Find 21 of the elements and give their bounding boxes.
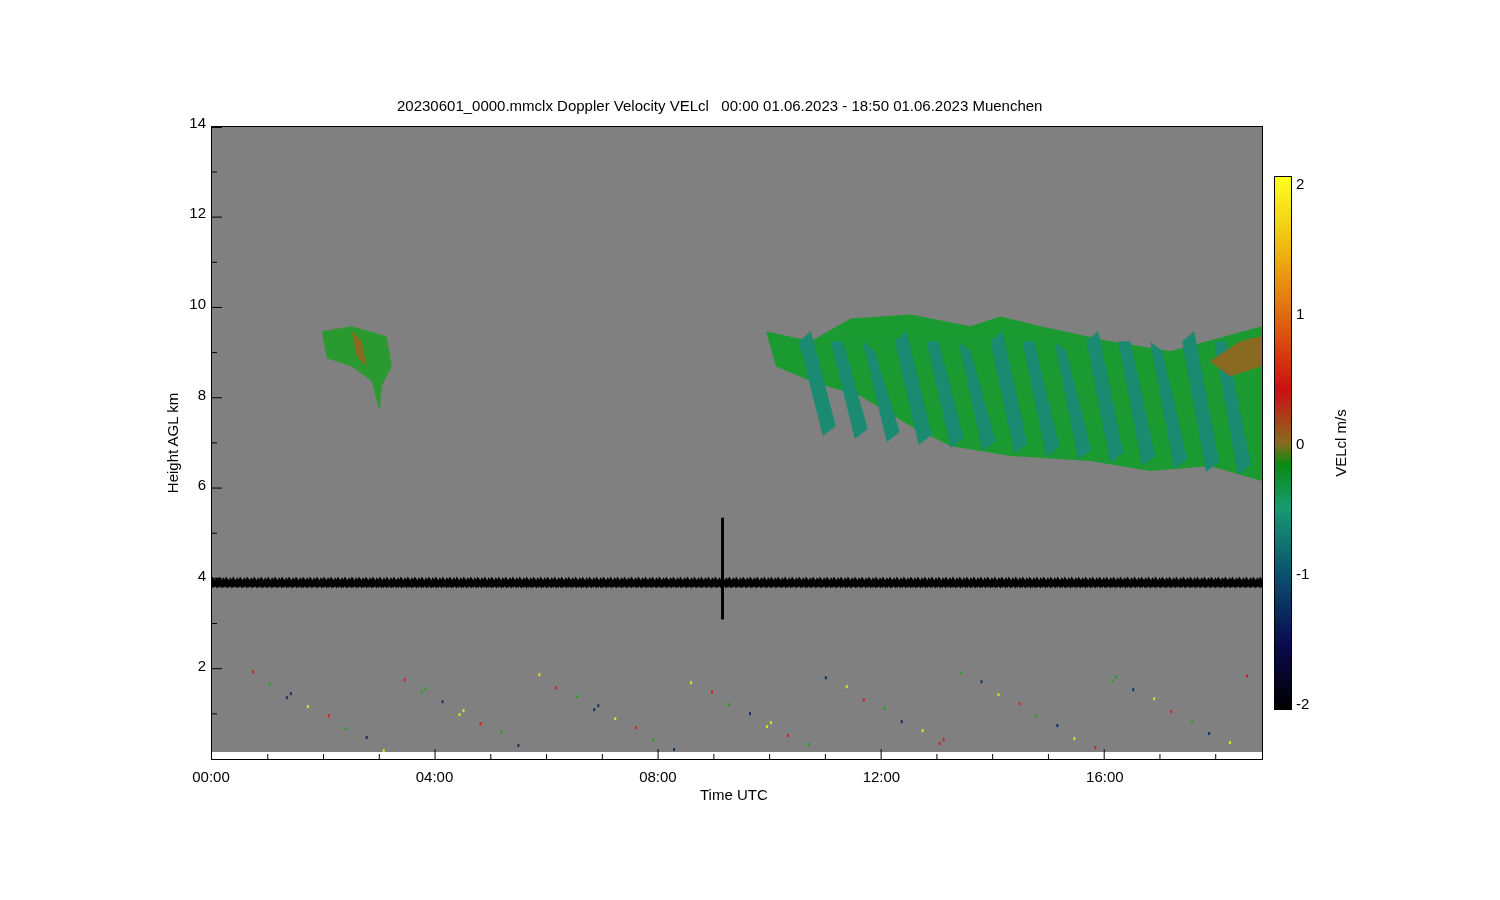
y-tick-label: 8 [197,385,206,403]
y-tick-label: 10 [189,294,206,312]
x-tick-label: 12:00 [862,768,901,785]
colorbar-label: VELcl m/s [1331,409,1349,477]
colorbar-tick-label: -2 [1296,694,1310,712]
y-tick-label: 6 [197,475,206,493]
y-tick-label: 4 [197,566,206,584]
colorbar-tick-label: 0 [1296,434,1305,452]
y-tick-label: 2 [197,656,206,674]
colorbar-tick-label: 2 [1296,174,1305,192]
colorbar-tick-label: 1 [1296,304,1305,322]
plot-title: 20230601_0000.mmclx Doppler Velocity VELcl 00:00 01.06.2023 - 18:50 01.06.2023 Muenchen [397,97,1043,116]
x-tick-label: 08:00 [639,768,677,785]
y-tick-label: 12 [189,203,206,221]
x-tick-label: 16:00 [1086,768,1124,785]
colorbar-tick-label: -1 [1296,564,1310,582]
y-axis-label: Height AGL km [163,392,181,494]
x-tick-label: 04:00 [415,768,454,785]
x-axis-label: Time UTC [700,786,768,803]
x-tick-label: 00:00 [192,768,230,785]
y-tick-label: 14 [189,113,206,131]
